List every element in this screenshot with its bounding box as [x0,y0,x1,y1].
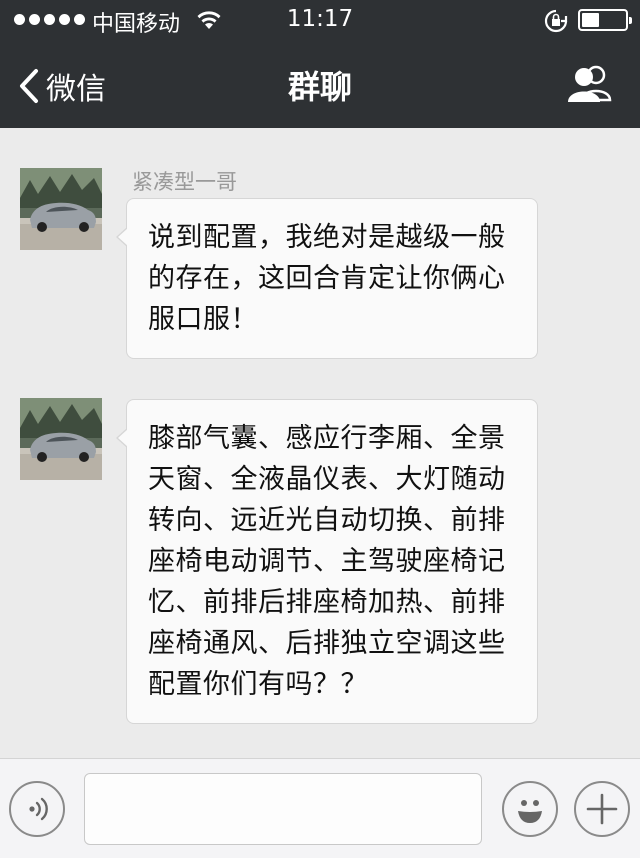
rotation-lock-icon [544,9,568,37]
page-title: 群聊 [287,68,352,106]
message-bubble[interactable]: 说到配置，我绝对是越级一般的存在，这回合肯定让你俩心服口服！ [116,198,538,359]
avatar[interactable] [20,168,102,250]
emoji-button[interactable] [502,781,558,837]
top-bar: 中国移动 11:17 微信 群聊 [0,0,640,128]
battery-icon [578,9,632,31]
smiley-icon [518,800,542,823]
voice-icon [29,797,48,821]
message-input[interactable] [84,773,482,845]
status-bar: 中国移动 11:17 [0,0,640,40]
group-members-icon[interactable] [566,64,614,108]
voice-input-button[interactable] [9,781,65,837]
message-bubble[interactable]: 膝部气囊、感应行李厢、全景天窗、全液晶仪表、大灯随动转向、远近光自动切换、前排座… [116,399,538,724]
plus-icon [586,793,618,825]
input-bar [0,758,640,858]
avatar[interactable] [20,398,102,480]
navigation-bar: 微信 群聊 [0,40,640,128]
sender-name: 紧凑型一哥 [132,170,237,194]
more-options-button[interactable] [574,781,630,837]
